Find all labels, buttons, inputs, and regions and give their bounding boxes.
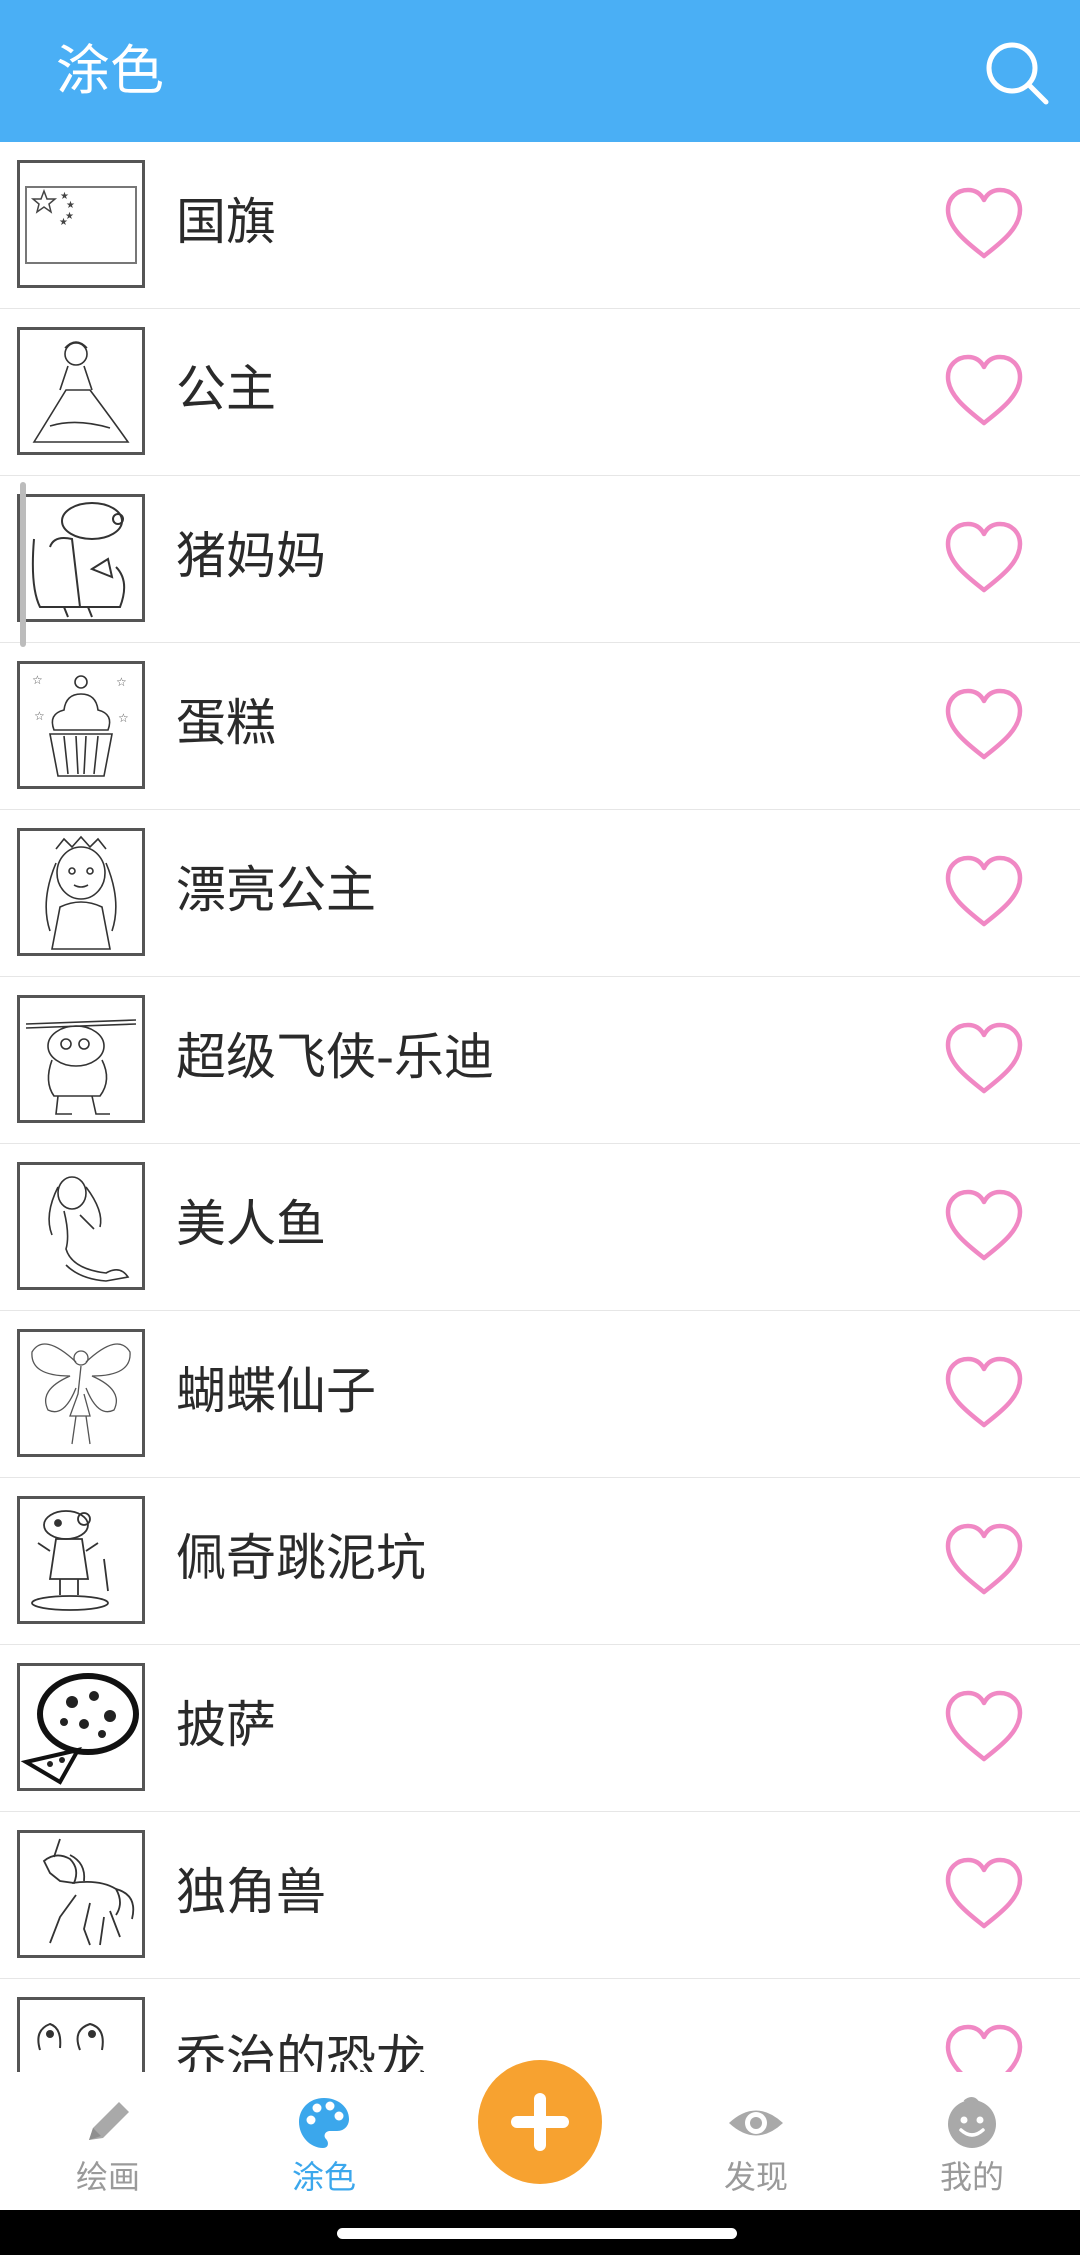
- cupcake-thumbnail[interactable]: ☆ ☆ ☆ ☆: [17, 661, 145, 789]
- heart-icon[interactable]: [942, 518, 1026, 602]
- item-label: 披萨: [176, 1696, 276, 1754]
- heart-icon[interactable]: [942, 2021, 1026, 2072]
- svg-text:☆: ☆: [32, 673, 43, 687]
- item-label: 独角兽: [176, 1863, 326, 1921]
- pretty-princess-thumbnail[interactable]: [17, 828, 145, 956]
- svg-text:☆: ☆: [34, 709, 45, 723]
- tab-coloring-label: 涂色: [291, 2158, 356, 2196]
- pizza-thumbnail[interactable]: [17, 1663, 145, 1791]
- mermaid-thumbnail[interactable]: [17, 1162, 145, 1290]
- plus-icon: [511, 2093, 569, 2151]
- heart-icon[interactable]: [942, 1353, 1026, 1437]
- item-label: 蝴蝶仙子: [176, 1362, 376, 1420]
- scroll-indicator[interactable]: [20, 482, 26, 647]
- item-label: 猪妈妈: [176, 527, 326, 585]
- item-label: 超级飞侠-乐迪: [176, 1028, 495, 1086]
- peppa-puddle-thumbnail[interactable]: [17, 1496, 145, 1624]
- pencil-icon: [89, 2102, 129, 2140]
- heart-icon[interactable]: [942, 1186, 1026, 1270]
- item-label: 蛋糕: [176, 694, 276, 752]
- heart-icon[interactable]: [942, 685, 1026, 769]
- item-label: 国旗: [176, 193, 276, 251]
- home-indicator[interactable]: [337, 2228, 737, 2239]
- home-indicator-bar: [0, 2210, 1080, 2255]
- list-item[interactable]: 美人鱼: [0, 1144, 1080, 1311]
- svg-text:☆: ☆: [118, 711, 129, 725]
- heart-icon[interactable]: [942, 1854, 1026, 1938]
- mummy-pig-thumbnail[interactable]: [17, 494, 145, 622]
- list-item[interactable]: 披萨: [0, 1645, 1080, 1812]
- svg-text:☆: ☆: [116, 675, 127, 689]
- princess-thumbnail[interactable]: [17, 327, 145, 455]
- tab-discover-label: 发现: [723, 2158, 788, 2196]
- svg-text:★: ★: [59, 217, 68, 228]
- tab-coloring[interactable]: 涂色: [216, 2072, 432, 2210]
- tab-mine-label: 我的: [939, 2158, 1004, 2196]
- george-dinosaur-thumbnail[interactable]: [17, 1997, 145, 2072]
- svg-text:★: ★: [66, 200, 75, 211]
- tab-discover[interactable]: 发现: [648, 2072, 864, 2210]
- list-item[interactable]: 公主: [0, 309, 1080, 476]
- tab-draw[interactable]: 绘画: [0, 2072, 216, 2210]
- coloring-list[interactable]: ★ ★ ★ ★ 国旗 公主 猪妈妈 ☆ ☆ ☆ ☆ 蛋糕 漂亮公主 超级飞侠-乐…: [0, 142, 1080, 2072]
- item-label: 佩奇跳泥坑: [176, 1529, 426, 1587]
- flag-thumbnail[interactable]: ★ ★ ★ ★: [17, 160, 145, 288]
- palette-icon: [299, 2098, 349, 2148]
- search-icon[interactable]: [982, 38, 1052, 108]
- butterfly-fairy-thumbnail[interactable]: [17, 1329, 145, 1457]
- eye-icon: [729, 2110, 783, 2136]
- face-icon: [948, 2097, 996, 2148]
- list-item[interactable]: 佩奇跳泥坑: [0, 1478, 1080, 1645]
- list-item[interactable]: 超级飞侠-乐迪: [0, 977, 1080, 1144]
- heart-icon[interactable]: [942, 351, 1026, 435]
- list-item[interactable]: 漂亮公主: [0, 810, 1080, 977]
- heart-icon[interactable]: [942, 184, 1026, 268]
- item-label: 公主: [176, 360, 276, 418]
- item-label: 乔治的恐龙: [176, 2030, 426, 2072]
- tab-draw-label: 绘画: [75, 2158, 140, 2196]
- jett-robot-thumbnail[interactable]: [17, 995, 145, 1123]
- list-item[interactable]: ☆ ☆ ☆ ☆ 蛋糕: [0, 643, 1080, 810]
- list-item[interactable]: 乔治的恐龙: [0, 1979, 1080, 2072]
- top-app-bar: 涂色: [0, 0, 1080, 142]
- list-item[interactable]: ★ ★ ★ ★ 国旗: [0, 142, 1080, 309]
- add-button[interactable]: [478, 2060, 602, 2184]
- list-item[interactable]: 蝴蝶仙子: [0, 1311, 1080, 1478]
- tab-mine[interactable]: 我的: [864, 2072, 1080, 2210]
- list-item[interactable]: 独角兽: [0, 1812, 1080, 1979]
- heart-icon[interactable]: [942, 1019, 1026, 1103]
- heart-icon[interactable]: [942, 1520, 1026, 1604]
- heart-icon[interactable]: [942, 1687, 1026, 1771]
- item-label: 美人鱼: [176, 1195, 326, 1253]
- heart-icon[interactable]: [942, 852, 1026, 936]
- page-title: 涂色: [56, 39, 164, 102]
- list-item[interactable]: 猪妈妈: [0, 476, 1080, 643]
- unicorn-thumbnail[interactable]: [17, 1830, 145, 1958]
- item-label: 漂亮公主: [176, 861, 376, 919]
